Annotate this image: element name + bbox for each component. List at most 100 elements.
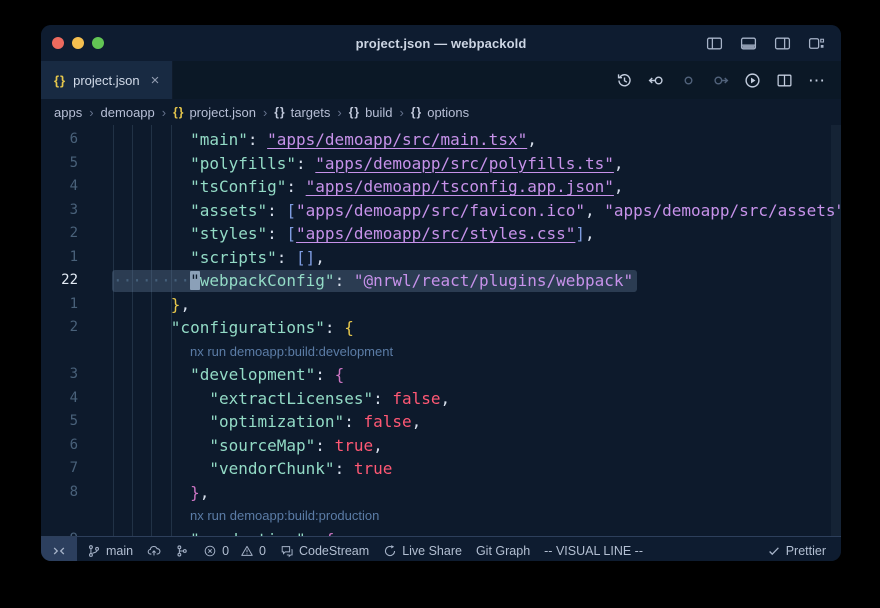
- line-number: 1: [41, 246, 91, 270]
- file-path-link[interactable]: "apps/demoapp/src/main.tsx": [267, 130, 527, 149]
- code-token: "configurations": [171, 318, 325, 337]
- code-line[interactable]: 4 "extractLicenses": false,: [41, 387, 841, 411]
- code-line[interactable]: 5 "polyfills": "apps/demoapp/src/polyfil…: [41, 152, 841, 176]
- code-line[interactable]: 1 "scripts": [],: [41, 246, 841, 270]
- code-token: true: [335, 436, 374, 455]
- tab-close-icon[interactable]: ×: [151, 72, 160, 89]
- status-item-live-share[interactable]: Live Share: [376, 537, 469, 561]
- next-change-icon[interactable]: [712, 72, 729, 89]
- code-line[interactable]: 4 "tsConfig": "apps/demoapp/tsconfig.app…: [41, 175, 841, 199]
- file-path-link[interactable]: "apps/demoapp/src/polyfills.ts": [315, 154, 614, 173]
- branch-icon[interactable]: [87, 544, 101, 558]
- error-icon[interactable]: [203, 544, 217, 558]
- zoom-window-button[interactable]: [92, 37, 104, 49]
- code-token: "production": [190, 530, 306, 537]
- code-token: "optimization": [209, 412, 344, 431]
- code-token: :: [325, 318, 344, 337]
- code-token: "sourceMap": [209, 436, 315, 455]
- indent-guide: [113, 125, 114, 536]
- layout-panel-icon[interactable]: [740, 35, 757, 52]
- layout-sidebar-left-icon[interactable]: [706, 35, 723, 52]
- breadcrumb-separator: ›: [162, 105, 166, 120]
- status-item-remote-indicator[interactable]: [41, 537, 77, 561]
- minimize-window-button[interactable]: [72, 37, 84, 49]
- code-token: ]: [575, 224, 585, 243]
- status-item-git-graph[interactable]: Git Graph: [469, 537, 537, 561]
- code-line[interactable]: 1 },: [41, 293, 841, 317]
- code-line[interactable]: 8 },: [41, 481, 841, 505]
- code-line[interactable]: 6 "main": "apps/demoapp/src/main.tsx",: [41, 128, 841, 152]
- code-line[interactable]: 6 "sourceMap": true,: [41, 434, 841, 458]
- json-symbol-icon: {}: [349, 105, 360, 119]
- file-path-link[interactable]: "apps/demoapp/tsconfig.app.json": [306, 177, 614, 196]
- codelens-link[interactable]: nx run demoapp:build:production: [91, 504, 379, 528]
- code-token: ,: [585, 201, 604, 220]
- check-icon[interactable]: [767, 544, 781, 558]
- code-token: ,: [200, 483, 210, 502]
- close-window-button[interactable]: [52, 37, 64, 49]
- graph-icon[interactable]: [175, 544, 189, 558]
- code-line[interactable]: 3 "assets": ["apps/demoapp/src/favicon.i…: [41, 199, 841, 223]
- line-number: 5: [41, 410, 91, 434]
- status-label: Prettier: [786, 544, 826, 558]
- status-item-prettier[interactable]: Prettier: [760, 544, 833, 558]
- comment-icon[interactable]: [280, 544, 294, 558]
- layout-sidebar-right-icon[interactable]: [774, 35, 791, 52]
- breadcrumb-label: targets: [291, 105, 331, 120]
- breadcrumb-item-targets[interactable]: {}targets: [274, 105, 330, 120]
- more-actions-icon[interactable]: ⋯: [808, 72, 826, 89]
- prev-change-icon[interactable]: [648, 72, 665, 89]
- code-line[interactable]: 2 "configurations": {: [41, 316, 841, 340]
- editor[interactable]: 6 "main": "apps/demoapp/src/main.tsx",5 …: [41, 125, 841, 536]
- code-text: "vendorChunk": true: [91, 457, 392, 481]
- status-item-codestream[interactable]: CodeStream: [273, 537, 376, 561]
- status-item-sync-publish[interactable]: [140, 537, 168, 561]
- code-token: [: [286, 201, 296, 220]
- remote-icon[interactable]: [52, 544, 66, 558]
- tab-project-json[interactable]: {} project.json ×: [41, 61, 173, 99]
- status-label: -- VISUAL LINE --: [544, 544, 643, 558]
- code-token: "styles": [190, 224, 267, 243]
- code-line[interactable]: 9 "production": {: [41, 528, 841, 537]
- code-token: "development": [190, 365, 315, 384]
- code-line[interactable]: 7 "vendorChunk": true: [41, 457, 841, 481]
- breadcrumb-item-project.json[interactable]: {}project.json: [173, 105, 256, 120]
- breadcrumb-item-build[interactable]: {}build: [349, 105, 393, 120]
- title-bar[interactable]: project.json — webpackold: [41, 25, 841, 61]
- layout-controls: [706, 35, 841, 52]
- code-token: []: [296, 248, 315, 267]
- code-line[interactable]: 3 "development": {: [41, 363, 841, 387]
- file-path-link[interactable]: "apps/demoapp/src/styles.css": [296, 224, 575, 243]
- line-number: 3: [41, 363, 91, 387]
- status-item-git-branch[interactable]: main: [80, 537, 140, 561]
- warning-icon[interactable]: [240, 544, 254, 558]
- codelens-row[interactable]: nx run demoapp:build:production: [41, 504, 841, 528]
- status-label: 0: [259, 544, 266, 558]
- status-item-source-graph[interactable]: [168, 537, 196, 561]
- code-token: "tsConfig": [190, 177, 286, 196]
- scrollbar[interactable]: [831, 125, 841, 536]
- layout-custom-icon[interactable]: [808, 35, 825, 52]
- code-line[interactable]: 22········"webpackConfig": "@nrwl/react/…: [41, 269, 841, 293]
- change-circle-icon[interactable]: [680, 72, 697, 89]
- code-token: false: [392, 389, 440, 408]
- breadcrumb-item-apps[interactable]: apps: [54, 105, 82, 120]
- cloud-upload-icon[interactable]: [147, 544, 161, 558]
- breadcrumb-item-options[interactable]: {}options: [411, 105, 469, 120]
- status-item-problems[interactable]: 00: [196, 537, 273, 561]
- line-number: 1: [41, 293, 91, 317]
- code-token: }: [190, 483, 200, 502]
- code-line[interactable]: 2 "styles": ["apps/demoapp/src/styles.cs…: [41, 222, 841, 246]
- history-icon[interactable]: [616, 72, 633, 89]
- split-editor-icon[interactable]: [776, 72, 793, 89]
- code-token: :: [267, 224, 286, 243]
- codelens-link[interactable]: nx run demoapp:build:development: [91, 340, 393, 364]
- code-token: {: [344, 318, 354, 337]
- codelens-row[interactable]: nx run demoapp:build:development: [41, 340, 841, 364]
- breadcrumb-item-demoapp[interactable]: demoapp: [101, 105, 155, 120]
- run-icon[interactable]: [744, 72, 761, 89]
- share-icon[interactable]: [383, 544, 397, 558]
- code-token: "extractLicenses": [209, 389, 373, 408]
- code-line[interactable]: 5 "optimization": false,: [41, 410, 841, 434]
- code-token: webpackConfig": [200, 271, 335, 290]
